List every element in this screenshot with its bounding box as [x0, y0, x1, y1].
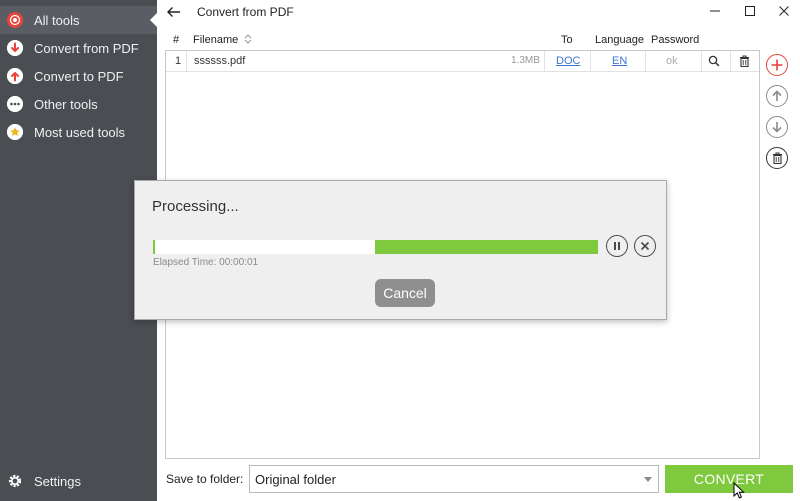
sidebar-item-label: Most used tools [34, 124, 126, 140]
save-folder-dropdown[interactable]: Original folder [249, 465, 659, 493]
sidebar-item-most-used-tools[interactable]: Most used tools [0, 118, 157, 146]
arrow-up-circle-icon [7, 68, 23, 84]
column-header-to: To [561, 34, 573, 46]
sidebar-item-settings[interactable]: Settings [0, 467, 157, 495]
sidebar-item-convert-to-pdf[interactable]: Convert to PDF [0, 62, 157, 90]
processing-dialog: Processing... Elapsed Time: 00:00:01 Can… [134, 180, 667, 320]
progress-fill [375, 240, 598, 254]
pause-button[interactable] [606, 235, 628, 257]
plus-icon [771, 59, 783, 71]
back-arrow-icon[interactable] [165, 3, 183, 21]
chevron-down-icon [644, 477, 652, 482]
convert-button-label: CONVERT [693, 471, 765, 487]
sidebar-item-label: Settings [34, 473, 81, 489]
column-header-filename-label: Filename [193, 34, 239, 46]
sidebar-item-label: All tools [34, 12, 80, 28]
stop-button[interactable] [634, 235, 656, 257]
convert-button[interactable]: CONVERT [665, 465, 793, 493]
window-title: Convert from PDF [197, 5, 294, 19]
sidebar-item-all-tools[interactable]: All tools [0, 6, 157, 34]
row-filename: ssssss.pdf [194, 55, 246, 67]
remove-all-button[interactable] [766, 147, 788, 169]
dialog-title: Processing... [152, 198, 239, 215]
arrow-up-icon [772, 90, 782, 101]
title-bar: Convert from PDF [157, 0, 800, 24]
column-header-filename[interactable]: Filename [193, 34, 252, 46]
minimize-button[interactable] [695, 0, 735, 22]
row-language-link[interactable]: EN [612, 51, 627, 71]
row-password-status: ok [666, 55, 678, 67]
progress-start-marker [153, 240, 155, 254]
table-row[interactable]: 1 ssssss.pdf 1.3MB DOC EN ok [166, 51, 759, 72]
move-down-button[interactable] [766, 116, 788, 138]
close-icon [640, 241, 650, 251]
star-icon [7, 124, 23, 140]
sidebar-item-label: Other tools [34, 96, 98, 112]
close-window-button[interactable] [764, 0, 800, 22]
row-output-format-link[interactable]: DOC [556, 51, 580, 71]
save-folder-value: Original folder [255, 472, 336, 487]
more-dots-icon [7, 96, 23, 112]
progress-bar [153, 240, 598, 254]
cancel-button-label: Cancel [383, 285, 427, 301]
row-file-size: 1.3MB [511, 55, 540, 66]
move-up-button[interactable] [766, 85, 788, 107]
sort-icon [244, 34, 252, 44]
sidebar-item-convert-from-pdf[interactable]: Convert from PDF [0, 34, 157, 62]
search-icon[interactable] [708, 55, 720, 69]
column-header-password: Password [651, 34, 700, 46]
add-file-button[interactable] [766, 54, 788, 76]
save-folder-label: Save to folder: [166, 472, 244, 486]
column-header-number: # [173, 34, 180, 46]
all-tools-icon [7, 12, 23, 28]
pause-icon [614, 242, 620, 250]
trash-icon[interactable] [739, 55, 750, 69]
mouse-cursor-icon [733, 481, 745, 500]
trash-icon [772, 152, 782, 164]
sidebar-item-other-tools[interactable]: Other tools [0, 90, 157, 118]
column-header-language: Language [595, 34, 644, 46]
elapsed-time: Elapsed Time: 00:00:01 [153, 257, 259, 268]
arrow-down-icon [772, 122, 782, 133]
arrow-down-circle-icon [7, 40, 23, 56]
cancel-button[interactable]: Cancel [375, 279, 435, 307]
table-header: # Filename To Language Password [165, 32, 760, 48]
gear-icon [7, 473, 23, 489]
row-number: 1 [175, 55, 182, 67]
sidebar-item-label: Convert to PDF [34, 68, 124, 84]
sidebar-item-label: Convert from PDF [34, 40, 139, 56]
